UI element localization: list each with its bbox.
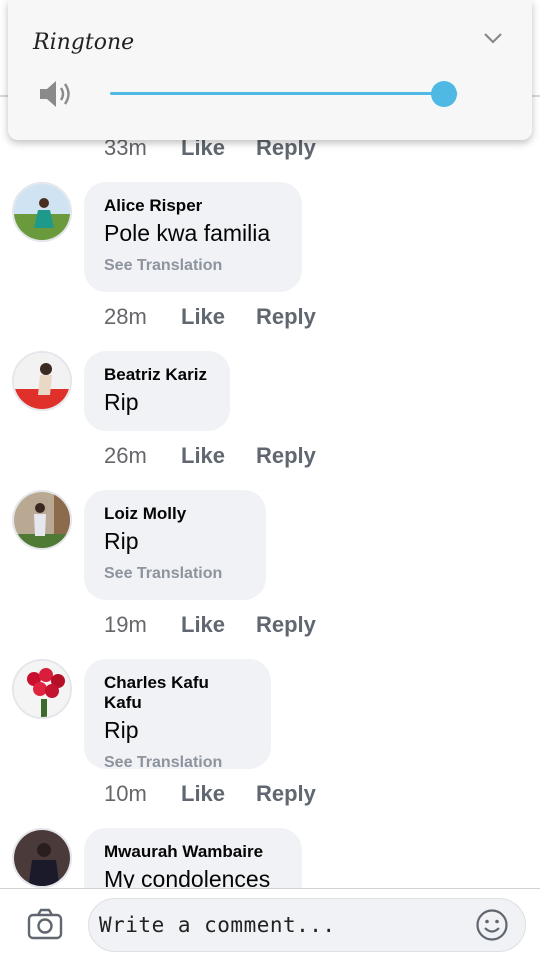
divider bbox=[532, 95, 540, 97]
like-link[interactable]: Like bbox=[181, 443, 256, 469]
comment-time: 26m bbox=[104, 443, 147, 468]
chevron-down-icon[interactable] bbox=[482, 30, 504, 46]
see-translation-link[interactable]: See Translation bbox=[104, 256, 282, 276]
comment-author[interactable]: Mwaurah Wambaire bbox=[104, 842, 282, 862]
avatar[interactable] bbox=[12, 828, 72, 888]
avatar[interactable] bbox=[12, 659, 72, 719]
like-link[interactable]: Like bbox=[181, 612, 256, 638]
comment-time: 19m bbox=[104, 612, 147, 637]
volume-slider-fill bbox=[110, 92, 445, 95]
avatar[interactable] bbox=[12, 490, 72, 550]
avatar[interactable] bbox=[12, 351, 72, 411]
comment-author[interactable]: Charles Kafu Kafu bbox=[104, 673, 251, 713]
comment-placeholder: Write a comment... bbox=[99, 913, 336, 937]
comment-author[interactable]: Beatriz Kariz bbox=[104, 365, 210, 385]
comment-time: 10m bbox=[104, 781, 147, 806]
comment-meta-row: 19m Like Reply bbox=[104, 610, 316, 640]
see-translation-link[interactable]: See Translation bbox=[104, 753, 251, 773]
comment-author[interactable]: Loiz Molly bbox=[104, 504, 246, 524]
comment-meta-row: 26m Like Reply bbox=[104, 441, 316, 471]
comment-meta-row: 10m Like Reply bbox=[104, 779, 316, 809]
reply-link[interactable]: Reply bbox=[256, 612, 316, 638]
reply-link[interactable]: Reply bbox=[256, 304, 316, 330]
comment-input[interactable]: Write a comment... bbox=[88, 898, 526, 952]
speaker-icon[interactable] bbox=[38, 78, 74, 110]
comment-author[interactable]: Alice Risper bbox=[104, 196, 282, 216]
volume-slider-thumb[interactable] bbox=[431, 81, 458, 107]
comment-bubble: Loiz Molly Rip See Translation bbox=[84, 490, 266, 600]
volume-slider[interactable] bbox=[110, 80, 470, 108]
comment-bubble: Charles Kafu Kafu Rip See Translation bbox=[84, 659, 271, 771]
volume-panel: Ringtone bbox=[8, 0, 532, 140]
like-link[interactable]: Like bbox=[181, 781, 256, 807]
comment-text: Rip bbox=[104, 528, 139, 554]
comment-composer: Write a comment... bbox=[0, 888, 540, 960]
comment-time: 28m bbox=[104, 304, 147, 329]
divider bbox=[0, 95, 8, 97]
comment-bubble: Beatriz Kariz Rip bbox=[84, 351, 230, 431]
comment-meta-row: 28m Like Reply bbox=[104, 302, 316, 332]
like-link[interactable]: Like bbox=[181, 304, 256, 330]
avatar[interactable] bbox=[12, 182, 72, 242]
comment-text: Pole kwa familia bbox=[104, 220, 271, 246]
comment-text: Rip bbox=[104, 389, 139, 415]
reply-link[interactable]: Reply bbox=[256, 781, 316, 807]
comment-bubble: Alice Risper Pole kwa familia See Transl… bbox=[84, 182, 302, 292]
reply-link[interactable]: Reply bbox=[256, 443, 316, 469]
emoji-icon[interactable] bbox=[475, 908, 509, 942]
volume-title: Ringtone bbox=[33, 30, 135, 55]
see-translation-link[interactable]: See Translation bbox=[104, 564, 246, 584]
comment-text: Rip bbox=[104, 717, 139, 743]
camera-icon[interactable] bbox=[26, 907, 64, 941]
